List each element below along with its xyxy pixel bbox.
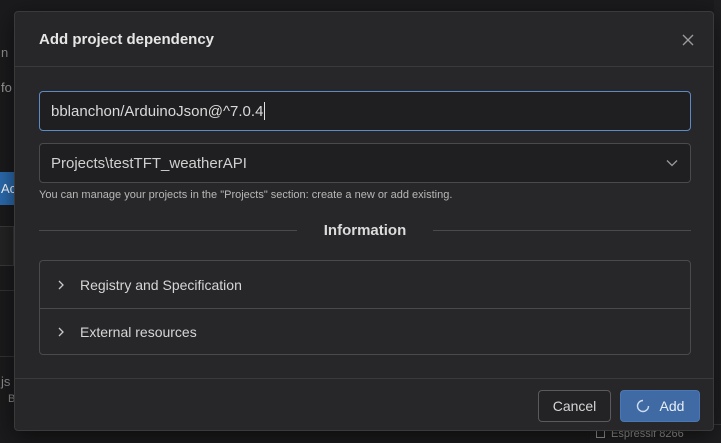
close-button[interactable] [677,29,699,51]
loading-spinner-icon [636,399,649,413]
background-text-fragment: n [1,45,9,60]
dialog-footer: Cancel Add [15,378,713,432]
chevron-down-icon [666,160,678,167]
accordion-item-label: Registry and Specification [80,276,242,293]
background-right-panel [714,0,721,443]
background-text-fragment: js [1,374,11,389]
dependency-input-value: bblanchon/ArduinoJson@^7.0.4 [51,102,264,120]
text-caret [264,102,266,120]
chevron-right-icon [58,327,64,337]
information-section-header: Information [39,220,691,242]
background-divider [0,290,14,291]
accordion-item-registry[interactable]: Registry and Specification [40,261,690,308]
background-text-fragment: fo [1,80,12,95]
accordion-item-label: External resources [80,324,197,340]
information-accordion: Registry and Specification External reso… [39,260,691,355]
close-icon [682,34,694,46]
accordion-item-external-resources[interactable]: External resources [40,308,690,354]
background-panel [0,226,14,266]
background-divider [0,356,14,357]
dialog-title: Add project dependency [39,31,215,48]
cancel-button[interactable]: Cancel [538,390,611,422]
divider-line [433,230,691,231]
dialog-header: Add project dependency [15,12,713,67]
project-select[interactable]: Projects\testTFT_weatherAPI [39,143,691,183]
add-dependency-dialog: Add project dependency bblanchon/Arduino… [14,11,714,431]
project-select-value: Projects\testTFT_weatherAPI [51,154,247,172]
add-button[interactable]: Add [620,390,700,422]
background-action-button[interactable]: Ac [0,172,14,205]
chevron-right-icon [58,280,64,289]
projects-hint-text: You can manage your projects in the "Pro… [39,189,453,201]
add-button-label: Add [659,398,685,414]
dependency-input[interactable]: bblanchon/ArduinoJson@^7.0.4 [39,91,691,131]
